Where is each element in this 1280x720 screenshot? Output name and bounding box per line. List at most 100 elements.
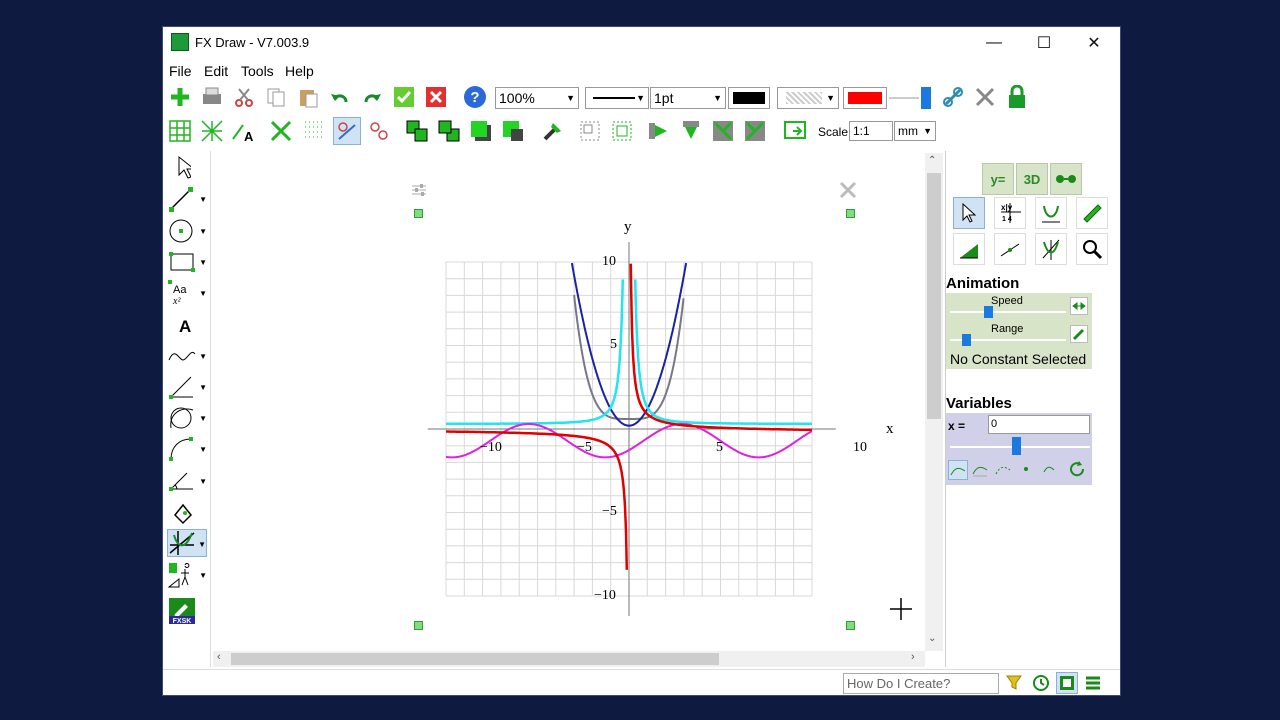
table-values-icon[interactable]: x|y 1 4 — [994, 197, 1026, 229]
print-icon[interactable] — [198, 83, 226, 111]
filter-icon[interactable] — [1006, 674, 1022, 695]
menu-help[interactable]: Help — [285, 63, 314, 79]
graph-tool-icon[interactable]: ▼ — [167, 529, 207, 557]
snap-intersection-icon[interactable] — [365, 117, 393, 145]
snap-to-curve-icon[interactable] — [333, 117, 361, 145]
variable-slider-thumb[interactable] — [1012, 437, 1021, 455]
scroll-left-icon[interactable]: ‹ — [217, 651, 221, 663]
graph-points-icon[interactable] — [1035, 197, 1067, 229]
range-slider-thumb[interactable] — [962, 334, 971, 346]
line-style-select[interactable]: ▼ — [585, 87, 649, 109]
inverse-graph-icon[interactable] — [1035, 233, 1067, 265]
graph-style-icon[interactable] — [971, 460, 991, 480]
lock-icon[interactable] — [1003, 83, 1031, 111]
new-icon[interactable] — [166, 83, 194, 111]
rectangle-tool-icon[interactable]: ▼ — [167, 248, 207, 276]
isometric-grid-icon[interactable] — [198, 117, 226, 145]
delete-object-icon[interactable] — [839, 181, 857, 204]
link-icon[interactable] — [939, 83, 967, 111]
scroll-down-icon[interactable]: ⌄ — [928, 633, 936, 644]
help-icon[interactable]: ? — [461, 83, 489, 111]
transparency-slider-thumb[interactable] — [921, 87, 931, 109]
circle-tool-icon[interactable]: ▼ — [167, 217, 207, 245]
area-shade-icon[interactable] — [953, 233, 985, 265]
menu-lines-icon[interactable] — [1084, 674, 1102, 697]
send-back-icon[interactable] — [435, 117, 463, 145]
vertical-scrollbar[interactable]: ⌃ ⌄ — [925, 153, 943, 651]
ruler-icon[interactable] — [1076, 197, 1108, 229]
send-backward-icon[interactable] — [499, 117, 527, 145]
arrow-right-icon[interactable] — [645, 117, 673, 145]
transparency-slider[interactable] — [889, 97, 919, 99]
undo-icon[interactable] — [326, 83, 354, 111]
settings-sliders-icon[interactable] — [411, 183, 427, 202]
arrow-down-icon[interactable] — [677, 117, 705, 145]
scroll-right-icon[interactable]: › — [911, 651, 915, 663]
angle-tool-icon[interactable]: ▼ — [167, 373, 207, 401]
panel-layout-icon[interactable] — [1056, 672, 1078, 694]
selection-handle[interactable] — [414, 209, 423, 218]
delete-x-icon[interactable] — [267, 117, 295, 145]
flip-vertical-icon[interactable] — [741, 117, 769, 145]
horizontal-scrollbar[interactable]: ‹ › — [213, 651, 925, 667]
maximize-button[interactable]: ☐ — [1019, 27, 1069, 59]
speed-slider-thumb[interactable] — [984, 306, 993, 318]
export-icon[interactable] — [781, 117, 809, 145]
fxsk-icon[interactable]: FXSK — [167, 597, 207, 625]
select-pointer-icon[interactable] — [167, 153, 207, 181]
scale-unit-select[interactable]: mm ▼ — [894, 121, 936, 141]
history-icon[interactable] — [1032, 674, 1050, 697]
graph-style-icon[interactable] — [1040, 460, 1060, 480]
menu-edit[interactable]: Edit — [204, 63, 228, 79]
selection-handle[interactable] — [414, 621, 423, 630]
arc-tool-icon[interactable]: ▼ — [167, 435, 207, 463]
fill-color-swatch[interactable] — [843, 87, 887, 109]
select-pointer-icon[interactable] — [953, 197, 985, 229]
redo-icon[interactable] — [358, 83, 386, 111]
selection-handle[interactable] — [846, 209, 855, 218]
unlink-icon[interactable] — [971, 83, 999, 111]
dot-grid-icon[interactable] — [300, 117, 328, 145]
protractor-tool-icon[interactable]: ▼ — [167, 467, 207, 495]
scroll-up-icon[interactable]: ⌃ — [928, 155, 936, 166]
edit-range-icon[interactable] — [1070, 325, 1088, 343]
grid-icon[interactable] — [166, 117, 194, 145]
line-width-select[interactable]: 1pt ▼ — [650, 87, 726, 109]
flip-horizontal-icon[interactable] — [709, 117, 737, 145]
glasses-icon[interactable] — [1050, 163, 1082, 195]
equation-mode-button[interactable]: y= — [982, 163, 1014, 195]
scale-input[interactable]: 1:1 — [849, 121, 893, 141]
accept-icon[interactable] — [390, 83, 418, 111]
polygon-tool-icon[interactable]: ▼ — [167, 404, 207, 432]
paste-icon[interactable] — [294, 83, 322, 111]
drawing-canvas[interactable]: y x −10 −5 5 10 10 5 −5 −10 — [213, 151, 931, 655]
refresh-icon[interactable] — [1068, 460, 1088, 480]
bring-forward-icon[interactable] — [467, 117, 495, 145]
magnify-icon[interactable] — [1076, 233, 1108, 265]
text-tool-icon[interactable]: A — [167, 311, 207, 339]
graph-style-icon[interactable] — [948, 460, 968, 480]
variable-value-input[interactable]: 0 — [988, 415, 1090, 434]
copy-icon[interactable] — [262, 83, 290, 111]
play-direction-icon[interactable] — [1070, 297, 1088, 315]
selection-handle[interactable] — [846, 621, 855, 630]
tangent-icon[interactable] — [994, 233, 1026, 265]
vertical-scroll-thumb[interactable] — [927, 173, 941, 419]
cancel-icon[interactable] — [422, 83, 450, 111]
3d-mode-button[interactable]: 3D — [1016, 163, 1048, 195]
cut-icon[interactable] — [230, 83, 258, 111]
group-icon[interactable] — [576, 117, 604, 145]
menu-file[interactable]: File — [169, 63, 192, 79]
stats-tool-icon[interactable]: ▼ — [167, 561, 207, 589]
line-tool-icon[interactable]: ▼ — [167, 185, 207, 213]
fill-pattern-select[interactable]: ▼ — [777, 87, 839, 109]
curve-tool-icon[interactable]: ▼ — [167, 342, 207, 370]
graph-style-icon[interactable] — [994, 460, 1014, 480]
zoom-select[interactable]: 100% ▼ — [495, 87, 579, 109]
how-do-i-create-search[interactable]: How Do I Create? — [843, 673, 999, 694]
format-painter-icon[interactable] — [539, 117, 567, 145]
speed-slider[interactable] — [950, 311, 1066, 313]
menu-tools[interactable]: Tools — [241, 63, 274, 79]
line-color-swatch[interactable] — [728, 87, 770, 109]
point-style-icon[interactable] — [1017, 460, 1037, 480]
